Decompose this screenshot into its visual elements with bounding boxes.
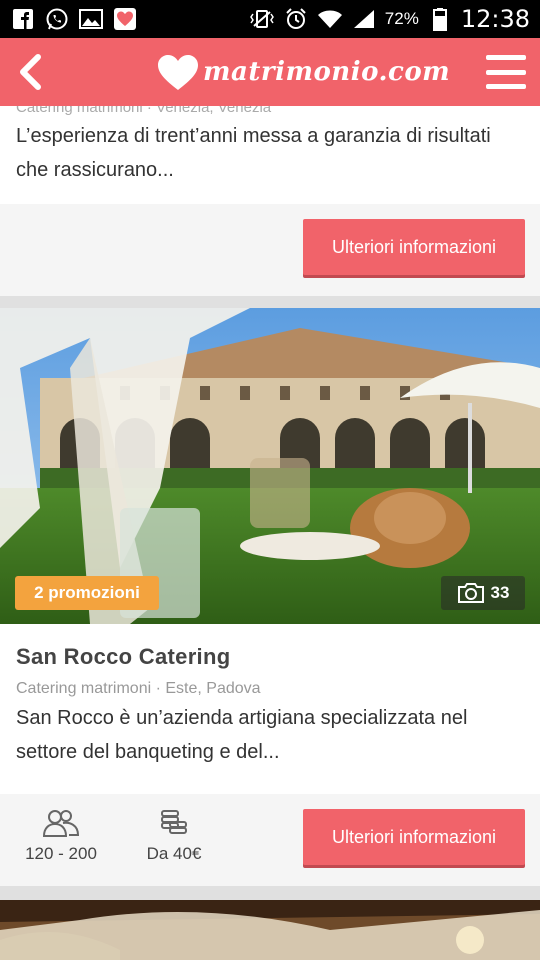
menu-icon-bar [486, 69, 526, 75]
alarm-icon [283, 7, 309, 31]
listing-title[interactable]: San Rocco Catering [0, 644, 540, 670]
photo-count-badge[interactable]: 33 [441, 576, 525, 610]
gallery-icon [78, 7, 104, 31]
listing-card-1-footer: Ulteriori informazioni [0, 204, 540, 296]
status-bar: 72% 12:38 [0, 0, 540, 38]
heart-logo-icon [158, 55, 198, 90]
app-header: matrimonio.com [0, 38, 540, 106]
whatsapp-icon [44, 7, 70, 31]
battery-percent: 72% [384, 9, 419, 28]
listing-photo[interactable] [0, 900, 540, 960]
menu-icon-bar [486, 84, 526, 89]
venue-interior-photo [0, 900, 540, 960]
price-value: Da 40€ [146, 844, 202, 863]
guests-value: 120 - 200 [25, 844, 97, 863]
listing-meta: Catering matrimoni · Este, Padova [16, 680, 261, 697]
back-arrow-icon [20, 54, 41, 90]
listing-description: L’esperienza di trent’anni messa a garan… [16, 125, 491, 181]
listing-card-1[interactable]: Catering matrimoni · Venezia, Venezia L’… [0, 106, 540, 204]
camera-icon [457, 583, 484, 603]
more-info-button[interactable]: Ulteriori informazioni [303, 809, 525, 865]
signal-icon [351, 7, 377, 31]
coins-icon [161, 810, 187, 834]
facebook-icon [10, 7, 36, 31]
promotions-badge: 2 promozioni [15, 576, 159, 610]
hamburger-menu-button[interactable] [486, 52, 526, 92]
listing-card-2-footer: 120 - 200 Da 40€ Ulteriori informazioni [0, 794, 540, 886]
logo-text: matrimonio.com [203, 57, 451, 87]
vibrate-icon [249, 7, 275, 31]
listing-meta: Catering matrimoni · Venezia, Venezia [16, 106, 272, 116]
guests-icon [42, 810, 80, 837]
wifi-icon [317, 7, 343, 31]
listing-card-2[interactable]: San Rocco Catering Catering matrimoni · … [0, 624, 540, 794]
clock: 12:38 [460, 5, 530, 33]
price-stat: Da 40€ [138, 808, 210, 864]
card-divider [0, 886, 540, 900]
listing-feed[interactable]: Catering matrimoni · Venezia, Venezia L’… [0, 106, 540, 960]
heart-app-icon [112, 7, 138, 31]
brand-logo[interactable]: matrimonio.com [155, 48, 450, 96]
card-divider [0, 296, 540, 308]
listing-photo[interactable]: 2 promozioni 33 [0, 308, 540, 624]
photo-count-value: 33 [490, 583, 510, 602]
more-info-button[interactable]: Ulteriori informazioni [303, 219, 525, 275]
menu-icon-bar [486, 55, 526, 60]
back-button[interactable] [0, 38, 60, 106]
battery-icon [427, 7, 453, 31]
listing-description: San Rocco è un’azienda artigiana special… [16, 707, 468, 763]
guests-stat: 120 - 200 [18, 808, 104, 864]
